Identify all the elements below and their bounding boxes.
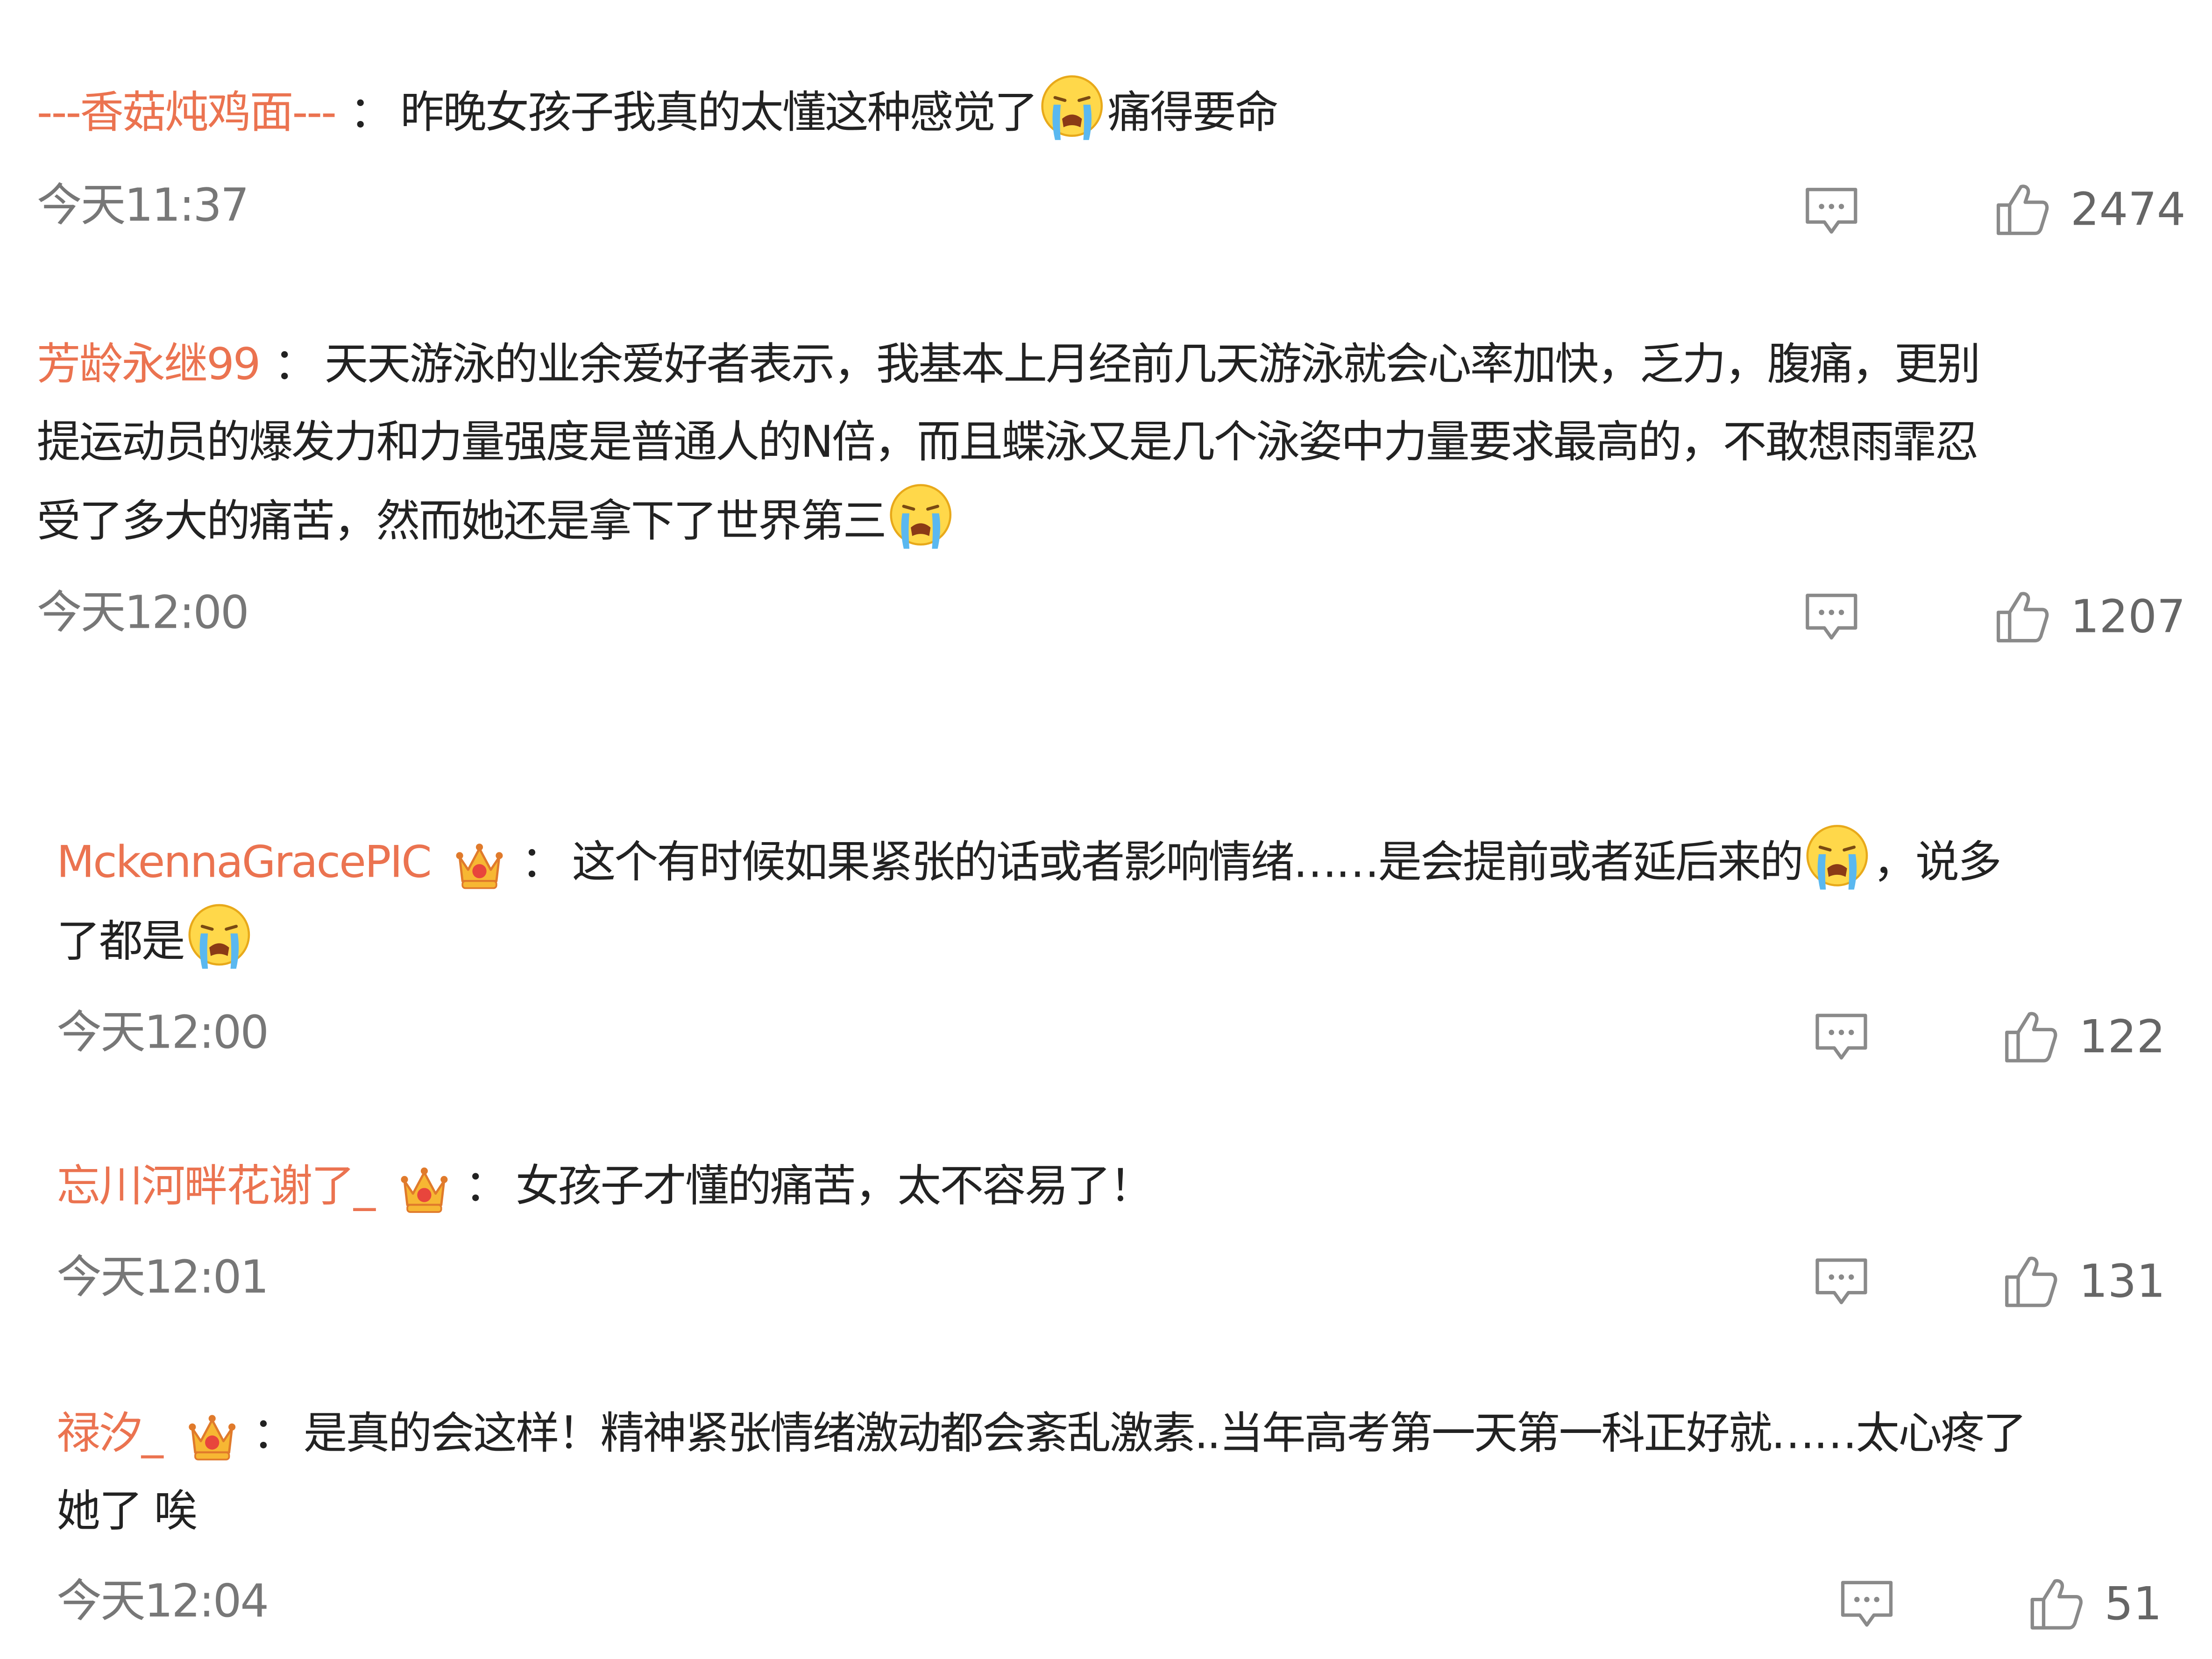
comment-body: ，说多: [1873, 837, 2002, 888]
separator: ：: [521, 837, 565, 888]
comment-text: 芳龄永继99：天天游泳的业余爱好者表示，我基本上月经前几天游泳就会心率加快，乏力…: [36, 326, 1981, 561]
comment-reply-icon[interactable]: [1813, 1011, 1870, 1062]
like-button[interactable]: 131: [2003, 1253, 2165, 1310]
comment-body-line: 提运动员的爆发力和力量强度是普通人的N倍，而且蝶泳又是几个泳姿中力量要求最高的，…: [36, 417, 1979, 468]
timestamp: 今天12:01: [57, 1250, 269, 1304]
username-link[interactable]: 忘川河畔花谢了_: [57, 1161, 376, 1212]
separator: ：: [252, 1408, 296, 1460]
username-link[interactable]: MckennaGracePIC: [57, 837, 432, 888]
like-button[interactable]: 51: [2028, 1575, 2162, 1632]
comment-body: 这个有时候如果紧张的话或者影响情绪……是会提前或者延后来的: [572, 837, 1803, 888]
timestamp: 今天12:00: [36, 585, 249, 639]
comment-reply-icon[interactable]: [1838, 1578, 1895, 1629]
crown-badge-icon: [453, 835, 507, 894]
like-button[interactable]: 1207: [1994, 588, 2186, 645]
comment-body-line: 是真的会这样！精神紧张情绪激动都会紊乱激素..当年高考第一天第一科正好就……太心…: [303, 1408, 2027, 1460]
username-link[interactable]: 禄汐_: [57, 1409, 163, 1460]
separator: ：: [273, 339, 318, 390]
comment-reply-icon[interactable]: [1803, 591, 1860, 642]
crying-face-emoji-icon: [187, 902, 252, 973]
comment-body-line: 受了多大的痛苦，然而她还是拿下了世界第三: [36, 496, 887, 547]
crown-badge-icon: [184, 1406, 238, 1465]
comment-body: 昨晚女孩子我真的太懂这种感觉了: [400, 87, 1038, 139]
like-count: 51: [2104, 1577, 2162, 1631]
comment-body: 女孩子才懂的痛苦，太不容易了！: [515, 1161, 1154, 1212]
comment-text: MckennaGracePIC ：这个有时候如果紧张的话或者影响情绪……是会提前或…: [57, 823, 2002, 981]
like-button[interactable]: 2474: [1994, 181, 2186, 238]
username-link[interactable]: ---香菇炖鸡面---: [37, 88, 337, 139]
comment-text: 禄汐_ ：是真的会这样！精神紧张情绪激动都会紊乱激素..当年高考第一天第一科正好就…: [57, 1396, 2027, 1552]
crying-face-emoji-icon: [1040, 73, 1105, 144]
comment-reply-icon[interactable]: [1813, 1256, 1870, 1307]
crying-face-emoji-icon: [1805, 823, 1870, 893]
like-count: 131: [2079, 1254, 2166, 1308]
timestamp: 今天11:37: [36, 178, 249, 232]
comment-feed: ---香菇炖鸡面---：昨晚女孩子我真的太懂这种感觉了 痛得要命 今天11:37 …: [0, 0, 2212, 1659]
thumbs-up-icon: [2003, 1253, 2059, 1310]
crying-face-emoji-icon: [888, 482, 953, 553]
like-count: 122: [2079, 1009, 2166, 1064]
comment-text: ---香菇炖鸡面---：昨晚女孩子我真的太懂这种感觉了 痛得要命: [37, 73, 1279, 153]
thumbs-up-icon: [2003, 1008, 2059, 1065]
like-count: 1207: [2070, 589, 2186, 644]
thumbs-up-icon: [2028, 1575, 2084, 1632]
timestamp: 今天12:00: [57, 1005, 269, 1059]
like-button[interactable]: 122: [2003, 1008, 2165, 1065]
timestamp: 今天12:04: [57, 1574, 269, 1628]
like-count: 2474: [2070, 182, 2186, 236]
comment-body-line: 天天游泳的业余爱好者表示，我基本上月经前几天游泳就会心率加快，乏力，腹痛，更别: [324, 339, 1981, 390]
comment-body-line: 了都是: [57, 916, 185, 968]
comment-text: 忘川河畔花谢了_ ：女孩子才懂的痛苦，太不容易了！: [57, 1149, 1154, 1227]
username-link[interactable]: 芳龄永继99: [37, 340, 261, 390]
thumbs-up-icon: [1994, 181, 2050, 238]
comment-reply-icon[interactable]: [1803, 185, 1860, 236]
separator: ：: [464, 1161, 509, 1212]
separator: ：: [349, 87, 393, 139]
comment-body: 痛得要命: [1107, 87, 1278, 139]
thumbs-up-icon: [1994, 588, 2050, 645]
comment-body-line: 她了 唉: [57, 1486, 198, 1538]
crown-badge-icon: [397, 1158, 450, 1218]
